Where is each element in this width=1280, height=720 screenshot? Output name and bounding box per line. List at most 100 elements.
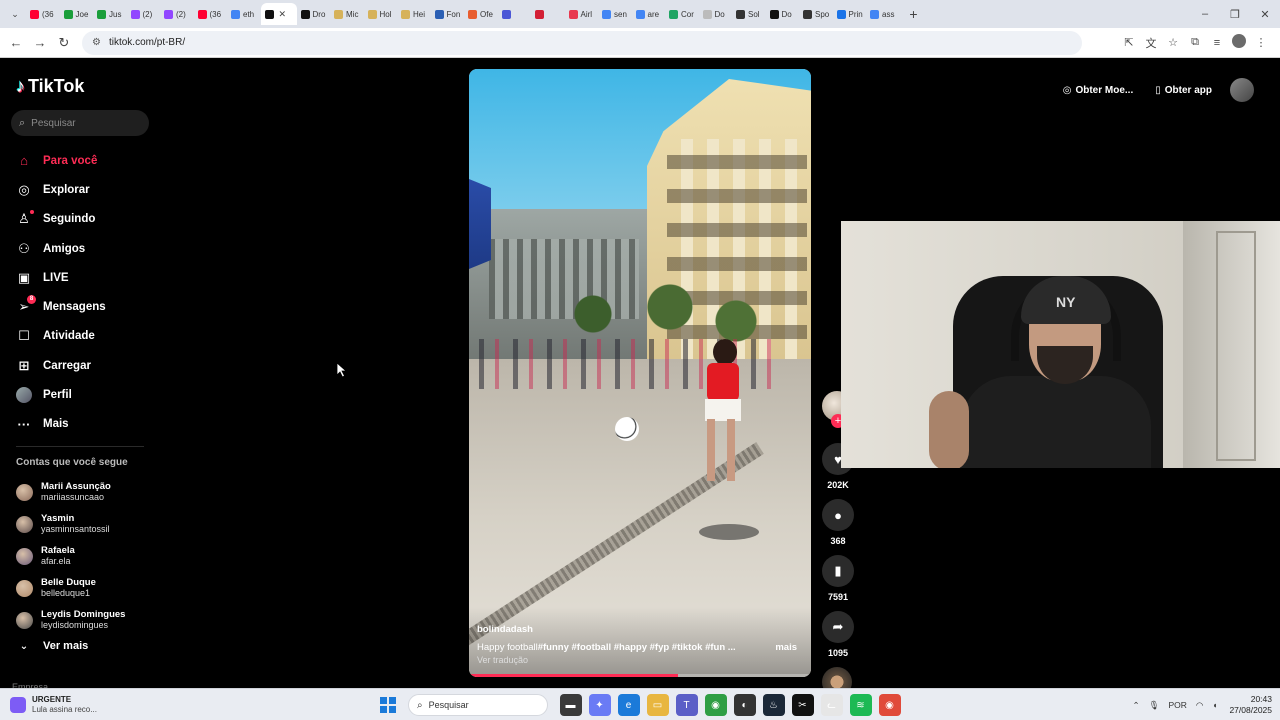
capcut-app-icon[interactable]: ✂ [791, 694, 814, 716]
browser-tab[interactable]: sen [598, 3, 632, 25]
browser-tab[interactable]: (36 [26, 3, 60, 25]
tray-overflow-icon[interactable]: ⌃ [1133, 700, 1140, 711]
browser-tab[interactable]: Dro [297, 3, 331, 25]
sidebar-item[interactable]: ☐ Atividade [16, 322, 146, 351]
followed-account[interactable]: Yasmin yasminnsantossil [16, 508, 156, 540]
url-field[interactable]: ⚙ tiktok.com/pt-BR/ [82, 30, 1082, 55]
comment-icon[interactable]: ● [822, 499, 854, 531]
followed-account[interactable]: Marii Assunção mariiassuncaao [16, 476, 156, 508]
install-app-icon[interactable]: ⇱ [1118, 36, 1140, 49]
browser-tab[interactable]: Spo [799, 3, 833, 25]
followed-account[interactable]: Rafaela afar.ela [16, 540, 156, 572]
file-manager-app-icon[interactable]: ▬ [559, 694, 582, 716]
sidebar-item[interactable]: ➢ 8 Mensagens [16, 292, 146, 321]
cat-app-icon[interactable]: ᓚ [820, 694, 843, 716]
bookmark-icon[interactable]: ▮ [822, 555, 854, 587]
obs-app-icon[interactable]: ◐ [733, 694, 756, 716]
back-icon[interactable]: ← [4, 35, 28, 50]
taskbar-search[interactable]: ⌕ Pesquisar [408, 694, 548, 716]
comment-action[interactable]: ● 368 [822, 499, 854, 546]
sidebar-item[interactable]: Perfil [16, 380, 146, 409]
browser-tab[interactable]: Cor [665, 3, 699, 25]
browser-tab[interactable]: Ofe [464, 3, 498, 25]
sidebar-item[interactable]: ♙ Seguindo [16, 205, 146, 234]
video-player[interactable]: bolindadash Happy football #funny #footb… [469, 69, 811, 677]
browser-tab[interactable]: Jus [93, 3, 127, 25]
chrome-app-icon[interactable]: ◉ [704, 694, 727, 716]
browser-tab[interactable]: Sol [732, 3, 766, 25]
tab-label: (2) [142, 9, 153, 19]
browser-tab[interactable]: Joe [60, 3, 94, 25]
news-widget[interactable]: URGENTE Lula assina reco... [0, 695, 140, 715]
browser-profile-avatar[interactable] [1228, 34, 1250, 51]
browser-tab[interactable]: (2) [127, 3, 161, 25]
copilot-app-icon[interactable]: ✦ [588, 694, 611, 716]
browser-tab[interactable]: Fon [431, 3, 465, 25]
get-app-button[interactable]: ▯ Obter app [1147, 78, 1220, 102]
search-input[interactable] [31, 117, 132, 129]
sidebar-item[interactable]: ▣ LIVE [16, 263, 146, 292]
minimize-icon[interactable]: – [1190, 8, 1220, 20]
reload-icon[interactable]: ↻ [52, 35, 76, 51]
volume-icon[interactable]: ◖ [1212, 700, 1217, 710]
explorer-app-icon[interactable]: ▭ [646, 694, 669, 716]
steam-app-icon[interactable]: ♨ [762, 694, 785, 716]
caption-hashtags[interactable]: #funny #football #happy #fyp #tiktok #fu… [538, 642, 736, 653]
share-action[interactable]: ➦ 1095 [822, 611, 854, 658]
browser-tab[interactable]: Airl [565, 3, 599, 25]
windows-start-icon[interactable] [380, 697, 396, 713]
chrome-dev-app-icon[interactable]: ◉ [878, 694, 901, 716]
extensions-icon[interactable]: ⧉ [1184, 36, 1206, 49]
spotify-app-icon[interactable]: ≋ [849, 694, 872, 716]
restore-icon[interactable]: ❐ [1220, 8, 1250, 21]
search-icon[interactable]: ⌕ [19, 117, 25, 130]
share-icon[interactable]: ➦ [822, 611, 854, 643]
browser-tab[interactable]: Hol [364, 3, 398, 25]
video-progress-bar[interactable] [469, 674, 811, 677]
get-coins-button[interactable]: ◎ Obter Moe... [1055, 78, 1142, 102]
sidebar-item[interactable]: ◎ Explorar [16, 175, 146, 204]
browser-menu-icon[interactable]: ⋮ [1250, 36, 1272, 49]
edge-app-icon[interactable]: e [617, 694, 640, 716]
sidebar-item[interactable]: ··· Mais [16, 410, 146, 439]
forward-icon[interactable]: → [28, 35, 52, 50]
tray-lang[interactable]: POR [1168, 700, 1186, 710]
sidebar-item[interactable]: ⊞ Carregar [16, 351, 146, 380]
translate-icon[interactable]: 文 [1140, 35, 1162, 51]
followed-account[interactable]: Leydis Domingues leydisdomingues [16, 604, 156, 636]
sidebar-item[interactable]: ⌂ Para você [16, 146, 146, 175]
video-author[interactable]: bolindadash [477, 624, 533, 635]
tab-close-icon[interactable]: ✕ [279, 9, 287, 20]
browser-tab[interactable]: Do [766, 3, 800, 25]
followed-account[interactable]: Belle Duque belleduque1 [16, 572, 156, 604]
browser-tab[interactable]: ass [866, 3, 900, 25]
browser-tab[interactable] [498, 3, 532, 25]
close-window-icon[interactable]: ✕ [1250, 8, 1280, 21]
browser-tab[interactable]: (2) [160, 3, 194, 25]
new-tab-button[interactable]: + [906, 6, 922, 22]
browser-tab[interactable]: eth [227, 3, 261, 25]
browser-tab[interactable] [531, 3, 565, 25]
browser-tab[interactable]: Prin [833, 3, 867, 25]
teams-app-icon[interactable]: T [675, 694, 698, 716]
site-info-icon[interactable]: ⚙ [92, 37, 101, 48]
microphone-icon[interactable]: 🎙 [1149, 700, 1160, 711]
bookmark-star-icon[interactable]: ☆ [1162, 36, 1184, 49]
sidebar-item[interactable]: ⚇ Amigos [16, 234, 146, 263]
user-avatar[interactable] [1230, 78, 1254, 102]
wifi-icon[interactable]: ◠ [1196, 700, 1203, 711]
browser-tab[interactable]: ✕ [260, 3, 297, 25]
save-action[interactable]: ▮ 7591 [822, 555, 854, 602]
clock[interactable]: 20:43 27/08/2025 [1229, 694, 1272, 716]
see-more-button[interactable]: ⌄ Ver mais [16, 640, 88, 652]
media-control-icon[interactable]: ≡ [1206, 37, 1228, 49]
tiktok-logo[interactable]: ♪ TikTok [16, 76, 84, 97]
tab-search-icon[interactable]: ⌄ [4, 9, 26, 20]
browser-tab[interactable]: (36 [194, 3, 228, 25]
browser-tab[interactable]: Hei [397, 3, 431, 25]
browser-tab[interactable]: are [632, 3, 666, 25]
browser-tab[interactable]: Do [699, 3, 733, 25]
browser-tab[interactable]: Mic [330, 3, 364, 25]
see-translation-link[interactable]: Ver tradução [477, 655, 528, 665]
caption-more-button[interactable]: mais [775, 642, 797, 653]
